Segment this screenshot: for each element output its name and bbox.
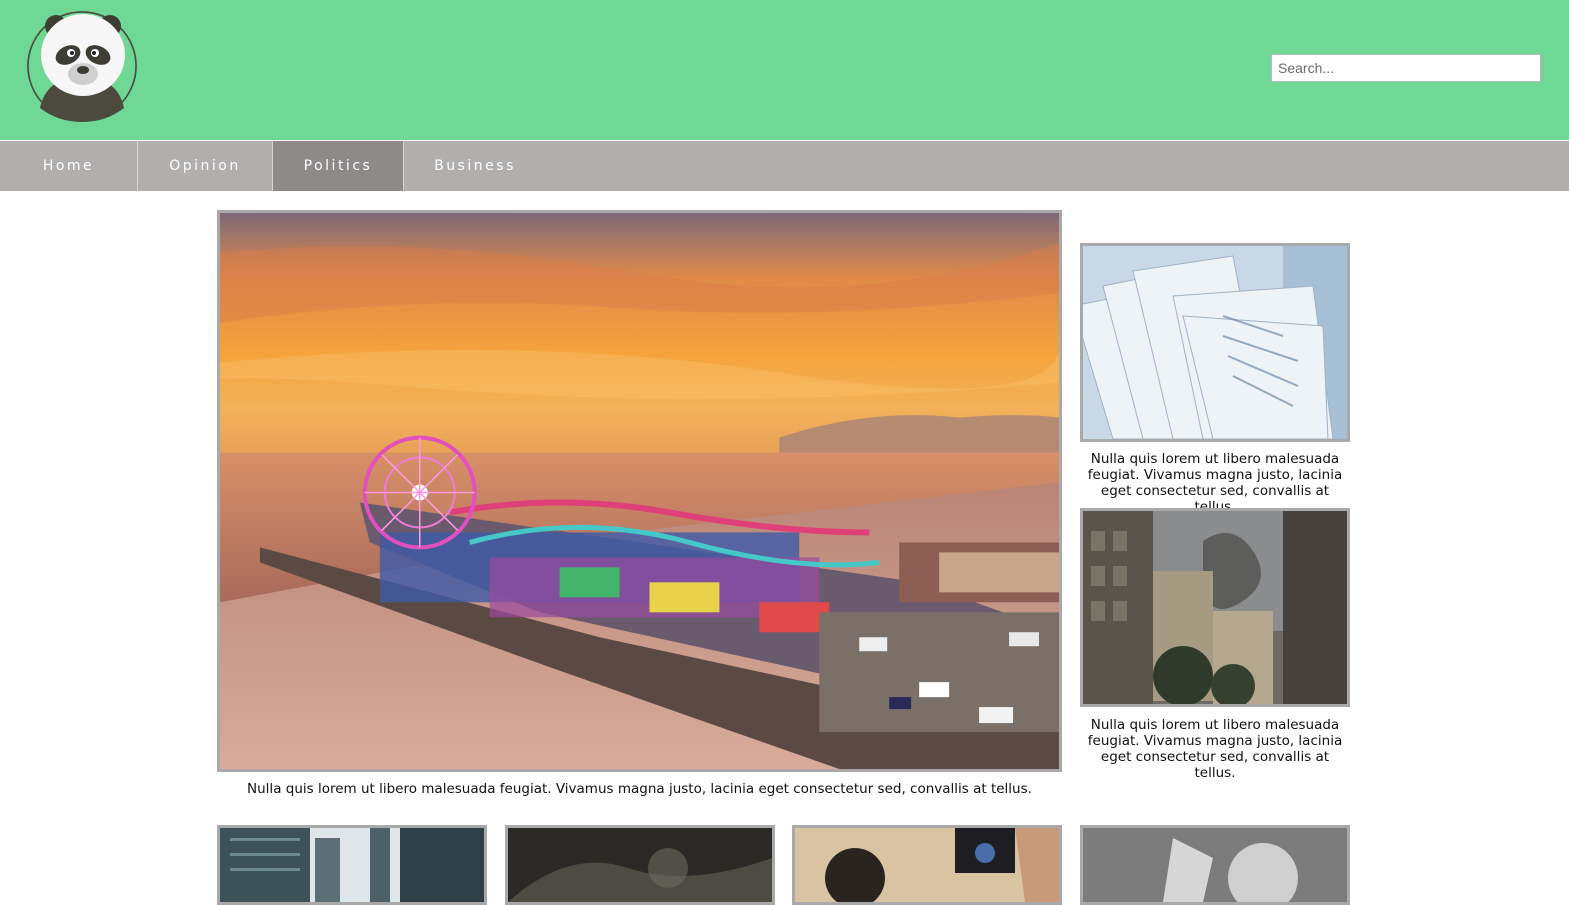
thumbnail-grayscale-person[interactable] <box>1080 825 1350 905</box>
nav-item-politics[interactable]: Politics <box>273 141 404 191</box>
thumbnail-city-skyscrapers[interactable] <box>217 825 487 905</box>
side-story-image-city[interactable] <box>1080 508 1350 707</box>
main-story-caption: Nulla quis lorem ut libero malesuada feu… <box>247 781 1032 797</box>
side-story-caption-1: Nulla quis lorem ut libero malesuada feu… <box>1087 451 1343 515</box>
thumbnail-crowd-camera[interactable] <box>792 825 1062 905</box>
panda-logo-icon[interactable] <box>26 10 138 122</box>
main-story-image[interactable] <box>217 210 1062 772</box>
site-header <box>0 0 1569 140</box>
nav-item-opinion[interactable]: Opinion <box>138 141 273 191</box>
main-nav: Home Opinion Politics Business <box>0 141 1569 191</box>
side-story-caption-2: Nulla quis lorem ut libero malesuada feu… <box>1087 717 1343 781</box>
search-input[interactable] <box>1271 54 1541 82</box>
side-story-image-business[interactable] <box>1080 243 1350 442</box>
nav-item-business[interactable]: Business <box>404 141 546 191</box>
nav-item-home[interactable]: Home <box>0 141 138 191</box>
thumbnail-dark-smoke[interactable] <box>505 825 775 905</box>
